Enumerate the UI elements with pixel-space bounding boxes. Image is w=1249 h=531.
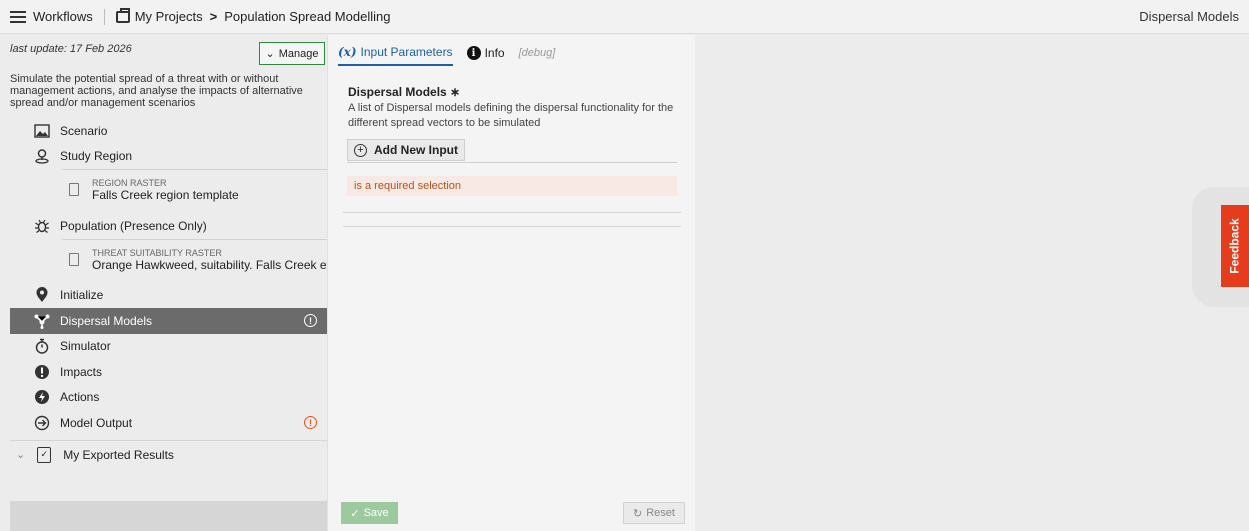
add-new-input-label: Add New Input [374, 143, 458, 157]
breadcrumb-separator: > [209, 9, 218, 24]
sidebar-item-label: Simulator [60, 339, 111, 354]
sidebar-item-label: Dispersal Models [60, 313, 153, 328]
sidebar-item-impacts[interactable]: Impacts [10, 359, 327, 385]
add-new-input-button[interactable]: + Add New Input [347, 139, 465, 161]
warning-icon: ! [304, 314, 317, 327]
chevron-down-icon: ⌄ [265, 48, 275, 60]
manage-label: Manage [278, 47, 319, 60]
manage-button[interactable]: ⌄ Manage [259, 42, 325, 65]
sidebar-item-actions[interactable]: Actions [10, 385, 327, 411]
sidebar-item-simulator[interactable]: Simulator [10, 334, 327, 360]
section-divider [343, 226, 681, 227]
sidebar-item-initialize[interactable]: Initialize [10, 283, 327, 309]
region-raster-label: REGION RASTER [92, 178, 167, 188]
reset-icon: ↻ [633, 507, 643, 520]
section-divider [343, 212, 681, 213]
clipboard-check-icon: ✓ [37, 446, 52, 463]
my-projects-link[interactable]: My Projects [135, 9, 203, 24]
bug-icon [34, 218, 50, 234]
workflows-link[interactable]: Workflows [33, 9, 93, 24]
workflow-description: Simulate the potential spread of a threa… [10, 73, 303, 109]
panel-tabs: (x) Input Parameters i Info [debug] [338, 45, 555, 66]
plus-circle-icon: + [354, 143, 367, 157]
sidebar: last update: 17 Feb 2026 ⌄ Manage Simula… [0, 35, 327, 531]
tab-label: Info [484, 46, 505, 60]
save-button[interactable]: ✓ Save [341, 502, 398, 524]
save-label: Save [363, 507, 389, 519]
sidebar-item-label: Actions [60, 390, 100, 405]
sidebar-item-label: Initialize [60, 288, 104, 303]
threat-raster-label: THREAT SUITABILITY RASTER [92, 247, 222, 258]
document-icon [69, 252, 79, 266]
info-icon: i [466, 46, 481, 60]
sidebar-item-label: Impacts [60, 364, 103, 379]
region-raster-item[interactable]: REGION RASTER Falls Creek region templat… [62, 169, 327, 213]
topbar-divider [103, 8, 105, 25]
arrow-circle-icon [34, 415, 50, 431]
sidebar-item-label: Scenario [60, 123, 108, 138]
sidebar-item-label: Population (Presence Only) [60, 218, 207, 233]
last-update-text: last update: 17 Feb 2026 [10, 43, 132, 55]
main-content-area: Feedback [696, 35, 1249, 531]
current-view-title: Dispersal Models [1139, 9, 1239, 24]
tab-input-parameters[interactable]: (x) Input Parameters [338, 45, 453, 66]
exported-results-label: My Exported Results [63, 447, 174, 462]
reset-button[interactable]: ↻ Reset [623, 502, 685, 524]
project-name[interactable]: Population Spread Modelling [224, 9, 390, 24]
threat-raster-value: Orange Hawkweed, suitability. Falls Cree… [92, 257, 327, 272]
sidebar-item-dispersal-models[interactable]: Dispersal Models ! [10, 308, 327, 334]
checkmark-icon: ✓ [350, 507, 360, 520]
reset-label: Reset [646, 507, 675, 519]
map-pin-icon [34, 148, 50, 164]
stopwatch-icon [34, 338, 50, 354]
validation-error: is a required selection [347, 176, 677, 196]
tab-info[interactable]: i Info [466, 45, 505, 66]
sidebar-item-label: Model Output [60, 415, 133, 430]
tab-label: Input Parameters [360, 45, 453, 59]
sidebar-item-scenario[interactable]: Scenario [10, 118, 327, 144]
tab-debug[interactable]: [debug] [519, 45, 556, 66]
sidebar-nav: Scenario Study Region REGION RASTER Fall… [10, 118, 327, 436]
top-bar: Workflows My Projects > Population Sprea… [0, 0, 1249, 34]
threat-raster-item[interactable]: THREAT SUITABILITY RASTER Orange Hawkwee… [62, 238, 327, 283]
image-icon [34, 123, 50, 139]
document-icon [69, 183, 79, 196]
dispersal-icon [34, 313, 50, 329]
feedback-button[interactable]: Feedback [1221, 205, 1249, 287]
sidebar-item-population[interactable]: Population (Presence Only) [10, 213, 327, 239]
input-divider [347, 162, 677, 163]
lightning-icon [34, 389, 50, 405]
field-description: A list of Dispersal models defining the … [348, 102, 674, 129]
hamburger-menu-icon[interactable] [10, 10, 26, 23]
sidebar-footer [10, 501, 327, 531]
exported-results-section[interactable]: ⌄ ✓ My Exported Results [10, 440, 327, 468]
sidebar-item-label: Study Region [60, 149, 133, 164]
feedback-label: Feedback [1228, 218, 1243, 274]
warning-icon: ! [304, 416, 317, 429]
sidebar-item-study-region[interactable]: Study Region [10, 144, 327, 170]
sidebar-item-model-output[interactable]: Model Output ! [10, 410, 327, 436]
location-pin-icon [34, 287, 50, 303]
variable-icon: (x) [338, 45, 357, 59]
exclamation-icon [34, 364, 50, 380]
briefcase-icon [115, 7, 130, 23]
chevron-down-icon[interactable]: ⌄ [16, 448, 25, 461]
region-raster-value: Falls Creek region template [92, 188, 239, 202]
field-title: Dispersal Models ∗ [348, 85, 461, 99]
parameters-panel: (x) Input Parameters i Info [debug] Disp… [327, 35, 695, 531]
